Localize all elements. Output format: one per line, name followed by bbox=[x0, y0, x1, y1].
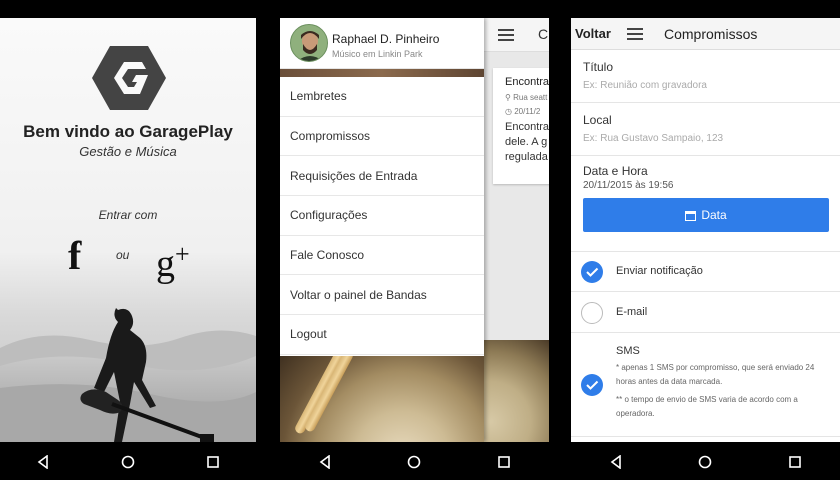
screenshot-collage: Bem vindo ao GaragePlay Gestão e Música … bbox=[0, 0, 840, 480]
menu-item-requisicoes[interactable]: Requisições de Entrada bbox=[280, 156, 484, 197]
calendar-icon bbox=[685, 210, 697, 221]
facebook-icon: f bbox=[68, 233, 82, 278]
google-plus-login-button[interactable]: g+ bbox=[156, 234, 190, 284]
data-button-label: Data bbox=[701, 208, 727, 222]
card-text: Encontra dele. A g regulada bbox=[505, 121, 549, 163]
local-input[interactable]: Ex: Rua Gustavo Sampaio, 123 bbox=[583, 133, 828, 144]
profile-banner-strip bbox=[280, 69, 484, 77]
navigation-drawer: Raphael D. Pinheiro Músico em Linkin Par… bbox=[280, 18, 484, 442]
user-name: Raphael D. Pinheiro bbox=[332, 32, 440, 46]
sms-note-1: * apenas 1 SMS por compromisso, que será… bbox=[616, 363, 815, 386]
recents-square-icon[interactable] bbox=[785, 452, 805, 472]
menu-item-voltar-bandas[interactable]: Voltar o painel de Bandas bbox=[280, 275, 484, 316]
datetime-value: 20/11/2015 às 19:56 bbox=[583, 180, 674, 191]
home-circle-icon[interactable] bbox=[695, 452, 715, 472]
compromissos-screen: Voltar Compromissos Título Ex: Reunião c… bbox=[571, 18, 840, 442]
home-circle-icon[interactable] bbox=[118, 452, 138, 472]
appbar: Voltar Compromissos bbox=[571, 18, 840, 50]
notify-checkbox[interactable] bbox=[581, 261, 603, 283]
notify-label: Enviar notificação bbox=[616, 265, 703, 277]
drawer-profile[interactable]: Raphael D. Pinheiro Músico em Linkin Par… bbox=[280, 18, 484, 69]
android-navbar-2 bbox=[280, 444, 549, 480]
background-appbar: C bbox=[484, 18, 549, 52]
back-triangle-icon[interactable] bbox=[315, 452, 335, 472]
menu-item-logout[interactable]: Logout bbox=[280, 315, 484, 355]
background-title: C bbox=[538, 26, 549, 42]
welcome-subtitle: Gestão e Música bbox=[79, 144, 177, 159]
card-title: Encontra bbox=[505, 76, 549, 88]
page-title: Compromissos bbox=[664, 26, 758, 42]
drum-image bbox=[280, 356, 484, 442]
recents-square-icon[interactable] bbox=[203, 452, 223, 472]
welcome-screen: Bem vindo ao GaragePlay Gestão e Música … bbox=[0, 18, 256, 442]
email-checkbox[interactable] bbox=[581, 302, 603, 324]
datetime-section: Data e Hora 20/11/2015 às 19:56 Data bbox=[571, 156, 840, 252]
check-icon bbox=[586, 380, 599, 390]
option-notify[interactable]: Enviar notificação bbox=[571, 252, 840, 292]
datetime-label: Data e Hora bbox=[583, 164, 648, 178]
hamburger-icon[interactable] bbox=[627, 28, 643, 40]
desert-guitarist-image bbox=[0, 308, 256, 442]
clock-icon: ◷ bbox=[505, 107, 512, 116]
back-triangle-icon[interactable] bbox=[606, 452, 626, 472]
android-navbar-3 bbox=[571, 444, 840, 480]
menu-item-configuracoes[interactable]: Configurações bbox=[280, 196, 484, 236]
avatar bbox=[290, 24, 328, 62]
option-email[interactable]: E-mail bbox=[571, 292, 840, 333]
hamburger-icon bbox=[498, 29, 514, 41]
back-button[interactable]: Voltar bbox=[575, 26, 611, 41]
welcome-title: Bem vindo ao GaragePlay bbox=[23, 122, 233, 141]
android-navbar-1 bbox=[0, 444, 256, 480]
home-circle-icon[interactable] bbox=[404, 452, 424, 472]
option-sms[interactable]: SMS * apenas 1 SMS por compromisso, que … bbox=[571, 333, 840, 437]
email-label: E-mail bbox=[616, 306, 648, 318]
drawer-screen: C Encontra ⚲ Rua seatt ◷ 20/11/2 Encontr… bbox=[280, 18, 549, 442]
garageplay-logo bbox=[92, 46, 166, 110]
recents-square-icon[interactable] bbox=[494, 452, 514, 472]
sms-note-2: ** o tempo de envio de SMS varia de acor… bbox=[616, 395, 798, 418]
menu-item-lembretes[interactable]: Lembretes bbox=[280, 77, 484, 117]
sms-checkbox[interactable] bbox=[581, 374, 603, 396]
check-icon bbox=[586, 267, 599, 277]
facebook-login-button[interactable]: f bbox=[68, 236, 81, 276]
background-card: Encontra ⚲ Rua seatt ◷ 20/11/2 Encontra … bbox=[493, 68, 549, 184]
local-field[interactable]: Local Ex: Rua Gustavo Sampaio, 123 bbox=[571, 103, 840, 156]
enter-with-label: Entrar com bbox=[98, 208, 158, 222]
card-location: ⚲ Rua seatt bbox=[505, 93, 548, 102]
data-button[interactable]: Data bbox=[583, 198, 829, 232]
user-subtitle: Músico em Linkin Park bbox=[332, 49, 423, 59]
menu-item-compromissos[interactable]: Compromissos bbox=[280, 117, 484, 157]
menu-item-fale-conosco[interactable]: Fale Conosco bbox=[280, 236, 484, 276]
titulo-label: Título bbox=[583, 60, 614, 74]
titulo-input[interactable]: Ex: Reunião com gravadora bbox=[583, 80, 828, 91]
google-plus-icon: g+ bbox=[156, 239, 190, 285]
sms-label: SMS bbox=[616, 345, 640, 357]
location-icon: ⚲ bbox=[505, 93, 511, 102]
card-date: ◷ 20/11/2 bbox=[505, 107, 541, 116]
or-label: ou bbox=[116, 248, 130, 262]
titulo-field[interactable]: Título Ex: Reunião com gravadora bbox=[571, 50, 840, 103]
back-triangle-icon[interactable] bbox=[33, 452, 53, 472]
local-label: Local bbox=[583, 113, 612, 127]
background-drum-image bbox=[484, 340, 549, 442]
